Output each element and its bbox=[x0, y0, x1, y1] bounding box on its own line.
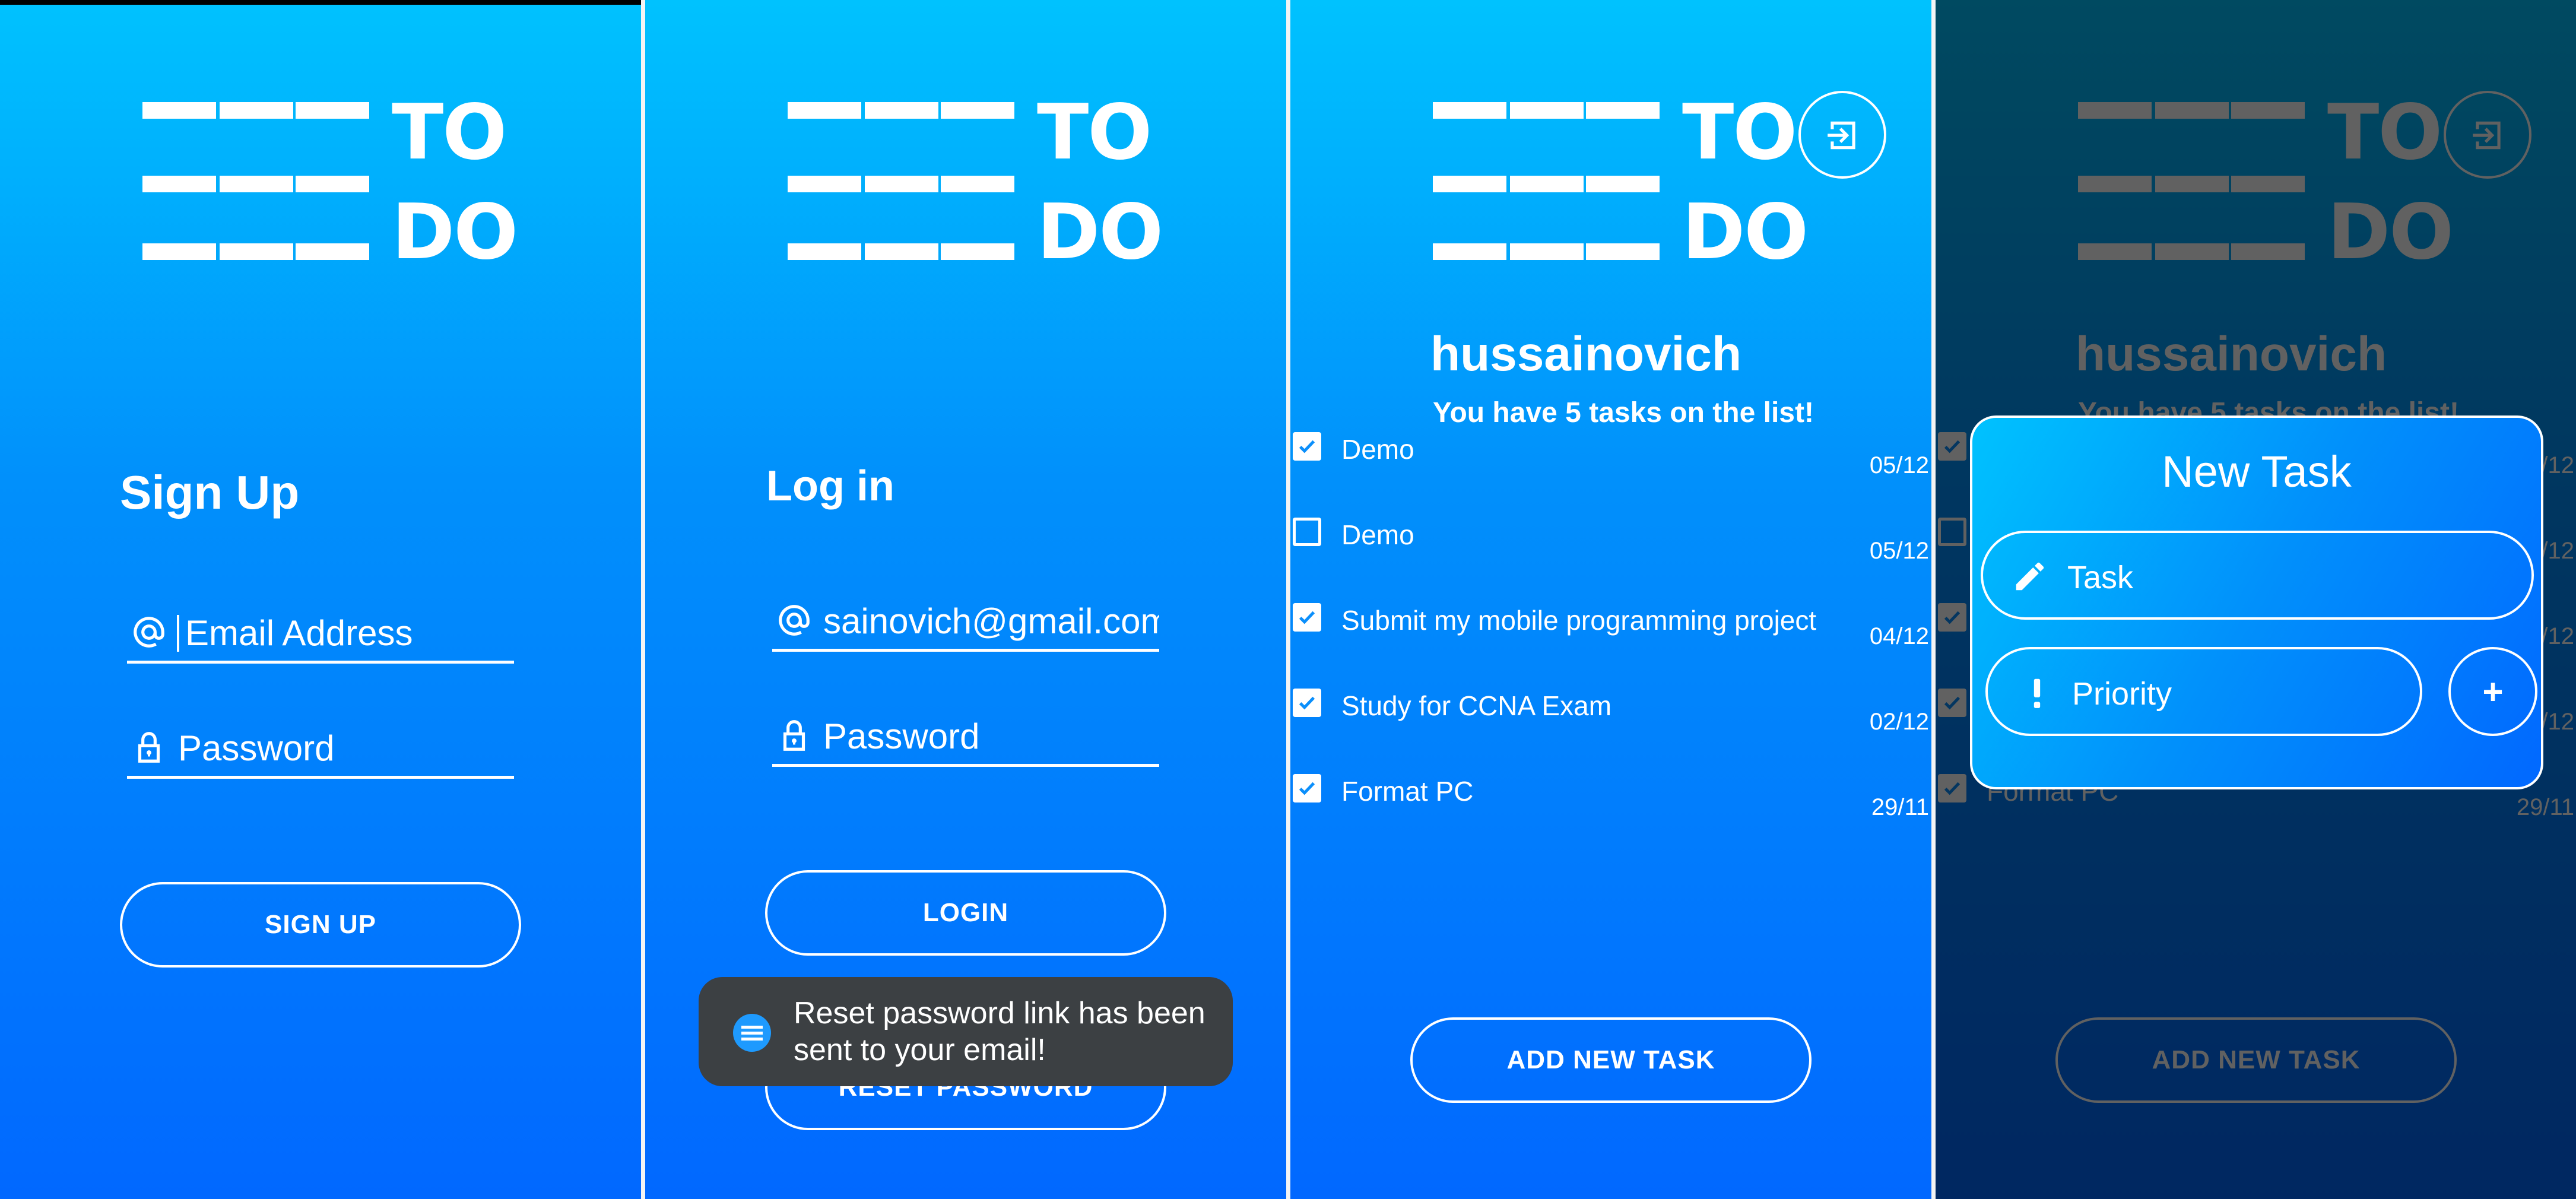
task-row[interactable]: Demo 05/12 bbox=[1290, 419, 1931, 478]
page-title: Log in bbox=[766, 462, 894, 510]
logo-text-do: DO bbox=[392, 188, 518, 277]
task-checkbox[interactable] bbox=[1293, 603, 1321, 632]
task-date: 05/12 bbox=[1869, 452, 1929, 478]
task-row[interactable]: Study for CCNA Exam 02/12 bbox=[1290, 675, 1931, 735]
at-icon bbox=[779, 605, 810, 636]
logo-text-do: DO bbox=[1037, 188, 1163, 277]
task-date: 05/12 bbox=[1869, 538, 1929, 564]
new-task-dialog: New Task Task Priority + bbox=[1970, 415, 2543, 789]
task-list-screen: TO DO hussainovich You have 5 tasks on t… bbox=[1290, 0, 1931, 1199]
signup-button[interactable]: SIGN UP bbox=[120, 882, 521, 968]
pencil-icon bbox=[2016, 562, 2044, 591]
status-bar-strip bbox=[0, 0, 641, 5]
email-value: sainovich@gmail.com bbox=[823, 601, 1159, 641]
password-field[interactable]: Password bbox=[772, 691, 1159, 767]
password-field[interactable]: Password bbox=[127, 703, 514, 779]
email-field[interactable]: sainovich@gmail.com bbox=[772, 576, 1159, 652]
task-date: 29/11 bbox=[1871, 794, 1929, 820]
task-row[interactable]: Demo 05/12 bbox=[1290, 505, 1931, 564]
logout-button[interactable] bbox=[1798, 91, 1886, 179]
task-checkbox[interactable] bbox=[1293, 689, 1321, 717]
exclamation-icon bbox=[2033, 678, 2041, 708]
app-icon bbox=[733, 1014, 771, 1052]
task-checkbox[interactable] bbox=[1293, 432, 1321, 461]
login-screen: TO DO Log in sainovich@gmail.com Passwor… bbox=[645, 0, 1286, 1199]
task-name: Demo bbox=[1341, 519, 1414, 550]
toast-text: Reset password link has been sent to you… bbox=[794, 996, 1205, 1067]
panel-divider bbox=[1286, 0, 1290, 1199]
todo-logo: TO DO bbox=[142, 95, 518, 273]
task-name: Submit my mobile programming project bbox=[1341, 605, 1817, 636]
todo-logo: TO DO bbox=[1433, 95, 1809, 273]
priority-placeholder: Priority bbox=[2072, 676, 2172, 712]
logo-text-to: TO bbox=[392, 88, 507, 177]
task-input[interactable]: Task bbox=[1981, 531, 2534, 620]
new-task-screen: TO DO hussainovich You have 5 tasks on t… bbox=[1936, 0, 2576, 1199]
lock-icon bbox=[783, 720, 805, 751]
email-placeholder: Email Address bbox=[185, 613, 413, 653]
task-checkbox[interactable] bbox=[1293, 774, 1321, 802]
logo-text-to: TO bbox=[1682, 88, 1797, 177]
add-new-task-button[interactable]: ADD NEW TASK bbox=[1410, 1017, 1812, 1103]
task-date: 04/12 bbox=[1869, 623, 1929, 649]
panel-divider bbox=[641, 0, 645, 1199]
priority-input[interactable]: Priority bbox=[1985, 647, 2422, 736]
page-title: Sign Up bbox=[120, 466, 300, 519]
login-button[interactable]: LOGIN bbox=[765, 870, 1166, 956]
dialog-title: New Task bbox=[2162, 447, 2352, 496]
task-checkbox[interactable] bbox=[1293, 518, 1321, 546]
task-date: 02/12 bbox=[1869, 709, 1929, 735]
task-placeholder: Task bbox=[2067, 560, 2134, 595]
check-icon bbox=[1299, 696, 1315, 710]
logo-text-do: DO bbox=[1682, 188, 1809, 277]
text-cursor bbox=[177, 615, 179, 652]
email-field[interactable]: Email Address bbox=[127, 588, 514, 664]
task-name: Format PC bbox=[1341, 776, 1474, 807]
check-icon bbox=[1299, 782, 1315, 795]
signup-screen: TO DO Sign Up Email Address Password SIG… bbox=[0, 0, 641, 1199]
panel-divider bbox=[1931, 0, 1936, 1199]
password-placeholder: Password bbox=[178, 728, 335, 768]
lock-icon bbox=[138, 732, 160, 763]
username: hussainovich bbox=[1430, 327, 1742, 381]
add-task-button[interactable]: + bbox=[2448, 647, 2537, 736]
check-icon bbox=[1299, 611, 1315, 624]
task-row[interactable]: Format PC 29/11 bbox=[1290, 761, 1931, 820]
at-icon bbox=[134, 617, 164, 648]
toast-message: Reset password link has been sent to you… bbox=[699, 977, 1233, 1086]
todo-logo: TO DO bbox=[788, 95, 1163, 273]
check-icon bbox=[1299, 440, 1315, 453]
logout-icon bbox=[1828, 121, 1855, 150]
task-name: Study for CCNA Exam bbox=[1341, 690, 1612, 721]
task-name: Demo bbox=[1341, 434, 1414, 465]
password-placeholder: Password bbox=[823, 716, 980, 756]
logo-text-to: TO bbox=[1037, 88, 1152, 177]
task-row[interactable]: Submit my mobile programming project 04/1… bbox=[1290, 590, 1931, 649]
